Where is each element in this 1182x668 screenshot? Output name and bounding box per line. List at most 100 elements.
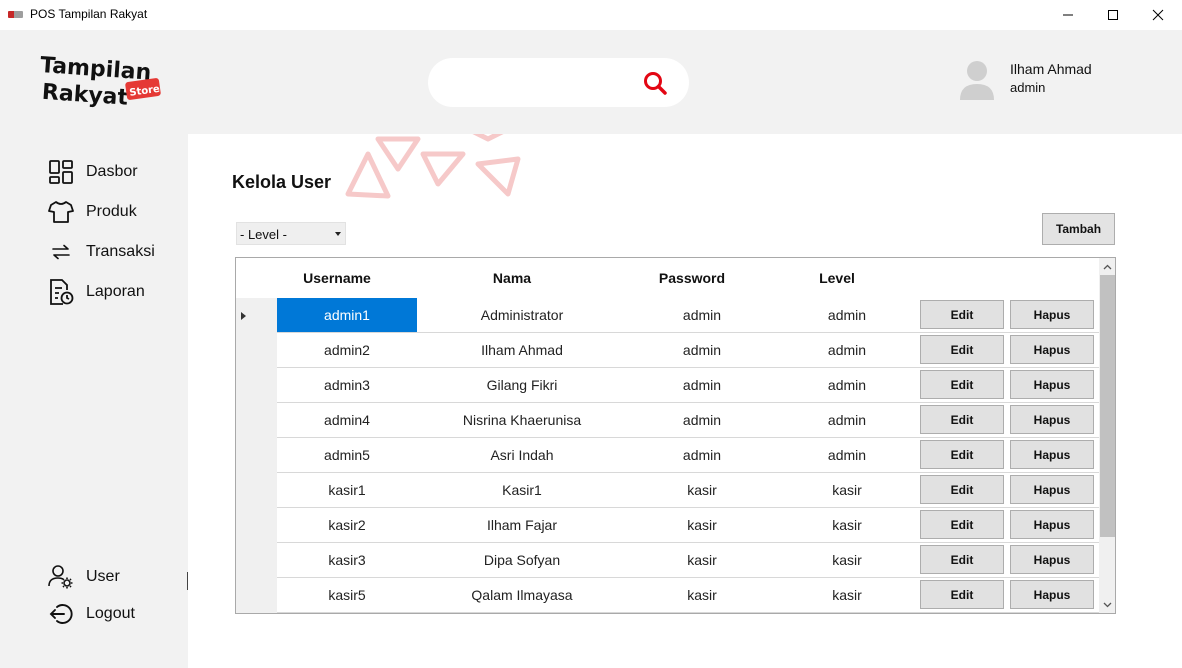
- edit-button[interactable]: Edit: [920, 580, 1004, 609]
- table-row[interactable]: kasir5 Qalam Ilmayasa kasir kasir Edit H…: [277, 578, 1099, 613]
- cell-level[interactable]: admin: [777, 438, 917, 472]
- cell-level[interactable]: kasir: [777, 543, 917, 577]
- table-row[interactable]: admin2 Ilham Ahmad admin admin Edit Hapu…: [277, 333, 1099, 368]
- sidebar-item-user[interactable]: User: [47, 562, 120, 592]
- cell-nama[interactable]: Qalam Ilmayasa: [417, 578, 627, 612]
- cell-nama[interactable]: Asri Indah: [417, 438, 627, 472]
- add-user-button[interactable]: Tambah: [1042, 213, 1115, 245]
- sidebar-item-dasbor[interactable]: Dasbor: [47, 157, 138, 187]
- sidebar-item-label: Transaksi: [86, 243, 155, 260]
- user-gear-icon: [47, 564, 74, 591]
- delete-button[interactable]: Hapus: [1010, 370, 1094, 399]
- cell-level[interactable]: kasir: [777, 508, 917, 542]
- edit-button[interactable]: Edit: [920, 475, 1004, 504]
- sidebar-item-label: Dasbor: [86, 163, 138, 180]
- cell-nama[interactable]: Ilham Fajar: [417, 508, 627, 542]
- table-row[interactable]: admin4 Nisrina Khaerunisa admin admin Ed…: [277, 403, 1099, 438]
- cell-password[interactable]: admin: [627, 403, 777, 437]
- window-title: POS Tampilan Rakyat: [30, 7, 148, 21]
- edit-button[interactable]: Edit: [920, 545, 1004, 574]
- cell-username[interactable]: kasir2: [277, 508, 417, 542]
- cell-password[interactable]: kasir: [627, 578, 777, 612]
- minimize-button[interactable]: [1045, 0, 1091, 30]
- cell-username[interactable]: kasir3: [277, 543, 417, 577]
- table-row[interactable]: admin1 Administrator admin admin Edit Ha…: [277, 298, 1099, 333]
- cell-nama[interactable]: Nisrina Khaerunisa: [417, 403, 627, 437]
- cell-nama[interactable]: Ilham Ahmad: [417, 333, 627, 367]
- search-input[interactable]: [448, 70, 628, 94]
- column-header-level[interactable]: Level: [787, 270, 887, 286]
- cell-password[interactable]: admin: [627, 438, 777, 472]
- cell-username[interactable]: admin5: [277, 438, 417, 472]
- scroll-up-button[interactable]: [1099, 258, 1115, 275]
- cell-username[interactable]: admin3: [277, 368, 417, 402]
- cell-password[interactable]: admin: [627, 333, 777, 367]
- cell-username[interactable]: kasir5: [277, 578, 417, 612]
- table-row[interactable]: kasir3 Dipa Sofyan kasir kasir Edit Hapu…: [277, 543, 1099, 578]
- sidebar-item-label: Logout: [86, 605, 135, 622]
- table-row[interactable]: kasir1 Kasir1 kasir kasir Edit Hapus: [277, 473, 1099, 508]
- edit-button[interactable]: Edit: [920, 405, 1004, 434]
- scrollbar-thumb[interactable]: [1100, 275, 1115, 537]
- cell-username[interactable]: admin4: [277, 403, 417, 437]
- close-button[interactable]: [1135, 0, 1181, 30]
- chevron-down-icon: [1103, 602, 1112, 607]
- edit-button[interactable]: Edit: [920, 335, 1004, 364]
- delete-button[interactable]: Hapus: [1010, 580, 1094, 609]
- main-panel: Kelola User - Level - Tambah Username Na…: [188, 134, 1182, 668]
- table-row[interactable]: admin5 Asri Indah admin admin Edit Hapus: [277, 438, 1099, 473]
- delete-button[interactable]: Hapus: [1010, 510, 1094, 539]
- cell-nama[interactable]: Dipa Sofyan: [417, 543, 627, 577]
- edit-button[interactable]: Edit: [920, 300, 1004, 329]
- delete-button[interactable]: Hapus: [1010, 335, 1094, 364]
- cell-username[interactable]: admin2: [277, 333, 417, 367]
- sidebar-item-produk[interactable]: Produk: [47, 197, 137, 227]
- level-filter-dropdown[interactable]: - Level -: [236, 222, 346, 245]
- cell-username[interactable]: kasir1: [277, 473, 417, 507]
- minimize-icon: [1063, 14, 1073, 16]
- row-header-column: [236, 298, 277, 613]
- column-header-nama[interactable]: Nama: [437, 270, 587, 286]
- cell-level[interactable]: kasir: [777, 578, 917, 612]
- page-title: Kelola User: [232, 172, 332, 192]
- cell-level[interactable]: kasir: [777, 473, 917, 507]
- edit-button[interactable]: Edit: [920, 370, 1004, 399]
- table-row[interactable]: admin3 Gilang Fikri admin admin Edit Hap…: [277, 368, 1099, 403]
- cell-level[interactable]: admin: [777, 368, 917, 402]
- cell-level[interactable]: admin: [777, 403, 917, 437]
- cell-level[interactable]: admin: [777, 298, 917, 332]
- cell-password[interactable]: admin: [627, 298, 777, 332]
- cell-level[interactable]: admin: [777, 333, 917, 367]
- scroll-down-button[interactable]: [1099, 596, 1115, 613]
- column-header-password[interactable]: Password: [627, 270, 757, 286]
- column-header-username[interactable]: Username: [277, 270, 397, 286]
- cell-nama[interactable]: Kasir1: [417, 473, 627, 507]
- svg-text:Rakyat: Rakyat: [41, 80, 129, 111]
- sidebar-item-logout[interactable]: Logout: [47, 599, 135, 629]
- search-icon[interactable]: [642, 70, 668, 96]
- user-profile[interactable]: Ilham Ahmad admin: [958, 56, 1138, 102]
- delete-button[interactable]: Hapus: [1010, 545, 1094, 574]
- maximize-button[interactable]: [1090, 0, 1136, 30]
- edit-button[interactable]: Edit: [920, 440, 1004, 469]
- user-table[interactable]: Username Nama Password Level admin1 Admi…: [235, 257, 1116, 614]
- delete-button[interactable]: Hapus: [1010, 475, 1094, 504]
- cell-password[interactable]: kasir: [627, 473, 777, 507]
- delete-button[interactable]: Hapus: [1010, 405, 1094, 434]
- search-bar[interactable]: [428, 58, 689, 107]
- edit-button[interactable]: Edit: [920, 510, 1004, 539]
- cell-username[interactable]: admin1: [277, 298, 417, 332]
- level-filter-value: - Level -: [240, 227, 287, 242]
- cell-nama[interactable]: Gilang Fikri: [417, 368, 627, 402]
- sidebar-item-laporan[interactable]: Laporan: [47, 277, 145, 307]
- cell-password[interactable]: admin: [627, 368, 777, 402]
- delete-button[interactable]: Hapus: [1010, 440, 1094, 469]
- close-icon: [1152, 9, 1164, 21]
- delete-button[interactable]: Hapus: [1010, 300, 1094, 329]
- cell-nama[interactable]: Administrator: [417, 298, 627, 332]
- cell-password[interactable]: kasir: [627, 508, 777, 542]
- vertical-scrollbar[interactable]: [1099, 258, 1115, 613]
- sidebar-item-transaksi[interactable]: Transaksi: [47, 237, 155, 267]
- table-row[interactable]: kasir2 Ilham Fajar kasir kasir Edit Hapu…: [277, 508, 1099, 543]
- cell-password[interactable]: kasir: [627, 543, 777, 577]
